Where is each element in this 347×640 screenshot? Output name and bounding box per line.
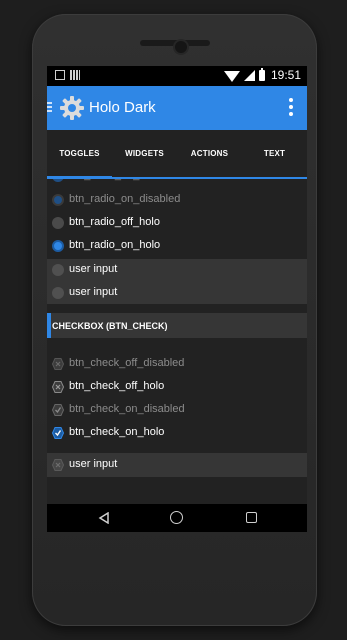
list-item[interactable]: user input xyxy=(47,454,307,476)
signal-icon xyxy=(243,69,255,81)
list-item[interactable]: btn_check_off_holo xyxy=(47,376,307,398)
checkbox-off-icon xyxy=(52,381,64,393)
battery-icon xyxy=(258,67,265,81)
overflow-menu-icon[interactable] xyxy=(289,98,293,119)
app-title: Holo Dark xyxy=(89,99,156,116)
checkbox-on-disabled-icon xyxy=(52,404,64,416)
tab-strip: TOGGLES WIDGETS ACTIONS TEXT xyxy=(47,130,307,178)
radio-on-disabled-icon xyxy=(52,194,64,206)
drawer-indicator-icon[interactable] xyxy=(47,102,52,114)
device-screen: 19:51 Holo Dark TOGGLES WIDGETS ACTIONS xyxy=(47,66,307,532)
navigation-bar xyxy=(47,504,307,532)
gear-icon[interactable] xyxy=(59,95,85,121)
section-header: CHECKBOX (BTN_CHECK) xyxy=(47,313,307,338)
list-item[interactable]: btn_check_off_disabled xyxy=(47,353,307,375)
list-item[interactable]: user input xyxy=(47,282,307,304)
radio-off-icon xyxy=(52,287,64,299)
checkbox-on-icon xyxy=(52,427,64,439)
radio-off-icon xyxy=(52,264,64,276)
list-item[interactable]: btn_radio_on_disabled xyxy=(47,179,307,187)
wifi-icon xyxy=(223,71,240,82)
radio-on-disabled-icon xyxy=(52,179,64,182)
toggles-list[interactable]: btn_radio_on_disabled btn_radio_on_disab… xyxy=(47,179,307,504)
barcode-notification-icon xyxy=(70,70,80,80)
action-bar: Holo Dark xyxy=(47,86,307,130)
status-bar: 19:51 xyxy=(47,66,307,86)
tab-actions[interactable]: ACTIONS xyxy=(177,130,242,178)
checkbox-off-disabled-icon xyxy=(52,358,64,370)
radio-on-icon xyxy=(52,240,64,252)
tab-widgets[interactable]: WIDGETS xyxy=(112,130,177,178)
home-icon[interactable] xyxy=(170,511,183,524)
list-item[interactable]: user input xyxy=(47,259,307,281)
list-item[interactable]: btn_radio_off_holo xyxy=(47,212,307,234)
front-camera xyxy=(175,41,187,53)
recents-icon[interactable] xyxy=(246,512,257,523)
back-icon[interactable] xyxy=(98,512,110,524)
tab-toggles[interactable]: TOGGLES xyxy=(47,130,112,178)
status-time: 19:51 xyxy=(270,68,301,82)
tab-text[interactable]: TEXT xyxy=(242,130,307,178)
list-item[interactable]: btn_radio_on_holo xyxy=(47,235,307,257)
list-item[interactable]: btn_check_on_disabled xyxy=(47,399,307,421)
radio-off-icon xyxy=(52,217,64,229)
list-item[interactable]: btn_check_on_holo xyxy=(47,422,307,444)
image-notification-icon xyxy=(55,70,65,80)
checkbox-off-icon xyxy=(52,459,64,471)
list-item[interactable]: btn_radio_on_disabled xyxy=(47,189,307,211)
